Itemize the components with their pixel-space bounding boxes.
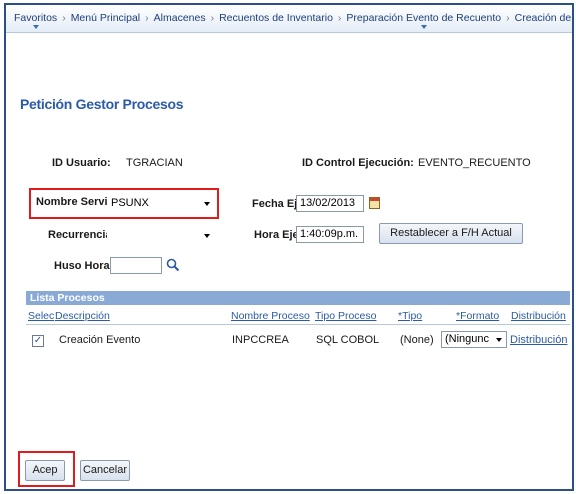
breadcrumb-label: Recuentos de Inventario bbox=[219, 12, 333, 24]
breadcrumb-item-preparacion[interactable]: Preparación Evento de Recuento bbox=[346, 12, 502, 29]
run-time-input[interactable]: 1:40:09p.m. bbox=[296, 226, 364, 243]
column-header-process-type[interactable]: Tipo Proceso bbox=[315, 310, 376, 322]
column-header-process-name[interactable]: Nombre Proceso bbox=[231, 310, 310, 322]
calendar-icon-header bbox=[370, 198, 379, 201]
recurrence-label: Recurrencia: bbox=[48, 229, 115, 241]
breadcrumb-separator: › bbox=[210, 12, 215, 24]
run-control-value: EVENTO_RECUENTO bbox=[418, 157, 531, 169]
cancel-button[interactable]: Cancelar bbox=[80, 460, 130, 481]
breadcrumb-item-menu-principal[interactable]: Menú Principal bbox=[71, 12, 140, 24]
breadcrumb-item-favoritos[interactable]: Favoritos bbox=[14, 12, 58, 29]
run-control-label: ID Control Ejecución: bbox=[302, 157, 414, 169]
chevron-down-icon bbox=[420, 25, 427, 29]
breadcrumb-separator: › bbox=[506, 12, 510, 24]
column-header-description[interactable]: Descripción bbox=[55, 310, 110, 322]
breadcrumb-label: Preparación Evento de Recuento bbox=[346, 12, 502, 24]
breadcrumb-item-creacion[interactable]: Creación de Evento de Recue bbox=[515, 12, 572, 24]
user-id-label: ID Usuario: bbox=[52, 157, 111, 169]
timezone-input[interactable] bbox=[110, 257, 162, 274]
user-id-label-text: ID Usuario: bbox=[52, 157, 111, 169]
row-distribution-link[interactable]: Distribución bbox=[510, 334, 567, 346]
recurrence-select[interactable] bbox=[107, 227, 215, 244]
chevron-down-icon bbox=[204, 234, 210, 238]
row-process-name: INPCCREA bbox=[232, 334, 289, 346]
row-type: (None) bbox=[400, 334, 434, 346]
run-control-label-text: ID Control Ejecución: bbox=[302, 157, 414, 169]
row-format-select[interactable]: (Ningunc bbox=[441, 331, 507, 348]
grid-divider bbox=[26, 324, 570, 325]
column-header-type[interactable]: *Tipo bbox=[398, 310, 422, 322]
breadcrumb-label: Almacenes bbox=[153, 12, 206, 24]
reset-datetime-button[interactable]: Restablecer a F/H Actual bbox=[379, 223, 523, 244]
breadcrumb-label: Favoritos bbox=[14, 12, 58, 24]
page-frame: Favoritos › Menú Principal › Almacenes › Recue… bbox=[4, 3, 574, 491]
calendar-icon[interactable] bbox=[369, 197, 380, 209]
column-header-format[interactable]: *Formato bbox=[456, 310, 499, 322]
row-process-type: SQL COBOL bbox=[316, 334, 380, 346]
search-icon[interactable] bbox=[166, 258, 180, 272]
breadcrumb: Favoritos › Menú Principal › Almacenes › Recue… bbox=[6, 5, 572, 33]
row-select-checkbox[interactable]: ✓ bbox=[32, 335, 44, 347]
server-highlight bbox=[29, 188, 219, 219]
chevron-down-icon bbox=[32, 25, 39, 29]
breadcrumb-separator: › bbox=[62, 12, 66, 24]
recurrence-label-text: Recurrencia: bbox=[48, 229, 116, 241]
column-header-distribution[interactable]: Distribución bbox=[511, 310, 566, 322]
process-list-header: Lista Procesos bbox=[26, 291, 570, 305]
breadcrumb-item-almacenes[interactable]: Almacenes bbox=[154, 12, 206, 24]
breadcrumb-separator: › bbox=[337, 12, 342, 24]
column-header-select[interactable]: Selec bbox=[28, 310, 54, 322]
breadcrumb-separator: › bbox=[145, 12, 149, 24]
ok-highlight bbox=[18, 451, 75, 487]
breadcrumb-item-recuentos[interactable]: Recuentos de Inventario bbox=[219, 12, 333, 24]
breadcrumb-label: Creación de Evento de Recue bbox=[514, 12, 572, 24]
row-format-value: (Ningunc bbox=[445, 333, 490, 345]
row-description: Creación Evento bbox=[59, 334, 141, 346]
breadcrumb-label: Menú Principal bbox=[70, 12, 141, 24]
run-date-input[interactable]: 13/02/2013 bbox=[296, 195, 364, 212]
user-id-value: TGRACIAN bbox=[126, 157, 183, 169]
page-title: Petición Gestor Procesos bbox=[20, 96, 184, 112]
chevron-down-icon bbox=[496, 338, 502, 342]
